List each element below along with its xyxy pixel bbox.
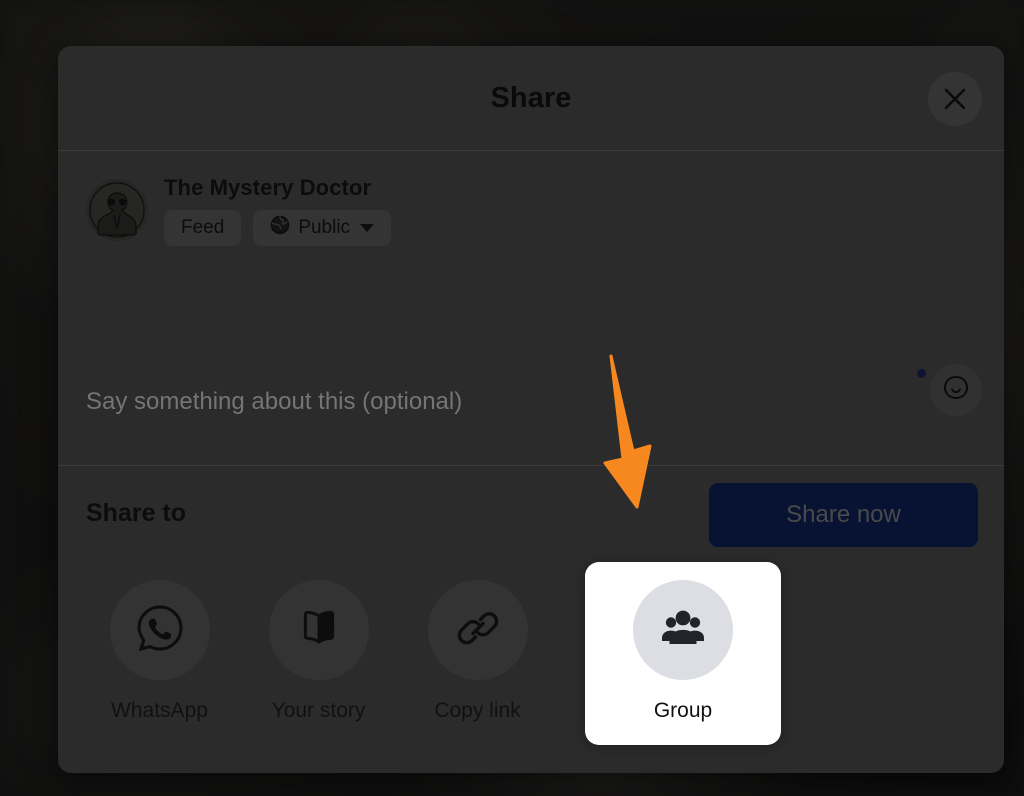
share-target-copy-link[interactable]: Copy link [398, 562, 557, 723]
chip-privacy-public[interactable]: Public [253, 210, 392, 246]
share-to-title: Share to [86, 499, 187, 527]
author-row: The Mystery Doctor Feed Public [86, 173, 392, 246]
share-to-section: Share to WhatsApp Your story Copy link G… [58, 466, 1004, 772]
book-icon [294, 603, 344, 658]
share-message-input[interactable] [86, 388, 826, 416]
close-button[interactable] [928, 72, 982, 126]
chip-feed[interactable]: Feed [164, 210, 242, 246]
group-people-icon [659, 604, 707, 657]
share-target-label: Your story [271, 699, 366, 722]
chip-privacy-label: Public [298, 217, 351, 238]
author-name: The Mystery Doctor [164, 175, 372, 200]
avatar-portrait-icon [86, 179, 148, 241]
avatar[interactable] [86, 179, 148, 241]
share-target-icon-wrap [427, 580, 528, 680]
chip-feed-label: Feed [181, 217, 225, 238]
emoji-smiley-icon [941, 373, 971, 408]
globe-icon [270, 215, 290, 241]
share-target-your-story[interactable]: Your story [239, 562, 398, 723]
share-target-icon-wrap [109, 580, 210, 680]
share-dialog: Share The Mystery Doctor Feed Public Say… [58, 46, 1004, 773]
link-icon [452, 602, 504, 659]
emoji-badge-dot [917, 369, 926, 378]
whatsapp-icon [133, 601, 187, 660]
author-meta: The Mystery Doctor Feed Public [164, 173, 392, 246]
share-target-icon-wrap [633, 580, 733, 680]
share-target-icon-wrap [268, 580, 369, 680]
page-title: Share [490, 82, 572, 114]
emoji-picker-button[interactable] [930, 364, 982, 416]
share-target-whatsapp[interactable]: WhatsApp [80, 562, 239, 723]
dialog-header: Share [58, 46, 1004, 151]
chevron-down-icon [360, 224, 375, 232]
close-icon [940, 84, 970, 114]
share-target-label: Group [653, 699, 713, 722]
composer-section: The Mystery Doctor Feed Public Say somet… [58, 151, 1004, 547]
share-target-group[interactable]: Group [585, 562, 781, 745]
audience-chips: Feed Public [164, 210, 392, 246]
share-target-label: Copy link [434, 699, 521, 722]
share-targets-row: WhatsApp Your story Copy link Group [80, 562, 781, 745]
share-target-label: WhatsApp [111, 699, 208, 722]
